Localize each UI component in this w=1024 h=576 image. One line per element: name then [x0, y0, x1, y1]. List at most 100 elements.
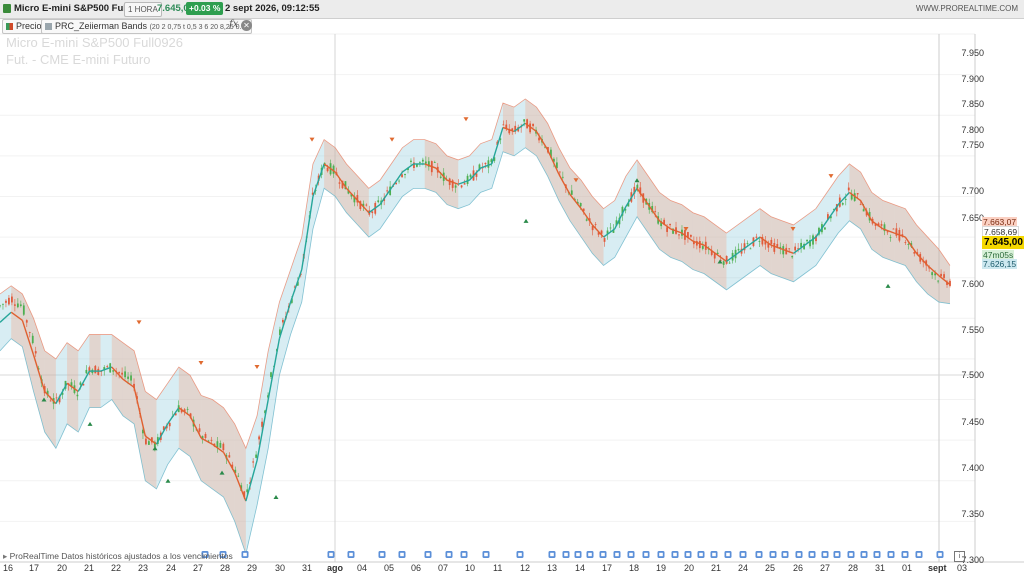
candle-body — [487, 160, 490, 168]
candle-body — [904, 242, 907, 243]
event-icon-glyph — [588, 552, 592, 557]
candle-body — [502, 124, 505, 126]
event-icon-glyph — [462, 552, 466, 557]
candle-body — [124, 371, 126, 378]
info-button-icon[interactable]: i — [954, 551, 965, 562]
time-tick: 17 — [29, 563, 40, 573]
bands-indicator-tag[interactable]: PRC_Zeiierman Bands (20 2 0,75 t 0,5 3 6… — [41, 19, 252, 34]
candle-body — [258, 436, 260, 440]
band-fill-down — [201, 395, 213, 489]
candle-body — [13, 304, 16, 306]
candle-body — [270, 372, 272, 378]
candle-body — [25, 320, 28, 323]
candle-body — [737, 248, 740, 251]
time-tick: 18 — [629, 563, 640, 573]
candle-body — [127, 376, 129, 379]
time-tick: 12 — [520, 563, 531, 573]
event-icon-glyph — [757, 552, 761, 557]
candle-body — [16, 303, 19, 308]
event-icon-glyph — [484, 552, 488, 557]
candle-body — [282, 319, 284, 323]
time-tick: 04 — [357, 563, 368, 573]
candle-body — [5, 300, 7, 303]
candle-body — [338, 182, 341, 184]
event-icon-glyph — [564, 552, 568, 557]
candle-body — [401, 174, 403, 178]
candle-body — [856, 193, 859, 195]
candle-body — [806, 239, 808, 242]
candle-body — [794, 246, 797, 251]
candle-body — [579, 202, 582, 207]
candle-body — [85, 369, 88, 374]
candle-body — [8, 297, 10, 305]
candle-body — [636, 184, 639, 189]
event-icon-glyph — [615, 552, 619, 557]
candle-body — [386, 190, 389, 192]
candle-body — [788, 248, 791, 250]
time-tick: 27 — [193, 563, 204, 573]
time-tick: 22 — [111, 563, 122, 573]
price-chart[interactable] — [0, 0, 1024, 576]
candle-body — [76, 394, 79, 397]
candle-body — [755, 236, 758, 238]
datetime: 2 sept 2026, 09:12:55 — [225, 3, 320, 14]
event-icon-glyph — [349, 552, 353, 557]
candle-body — [463, 183, 466, 185]
candle-body — [118, 372, 121, 374]
event-icon-glyph — [686, 552, 690, 557]
time-axis[interactable]: 16 17 20 21 22 23 24 27 28 29 30 31 ago … — [0, 563, 975, 576]
candle-body — [889, 237, 892, 238]
time-tick: 16 — [3, 563, 14, 573]
instrument-flag-icon — [3, 4, 11, 13]
time-tick: 21 — [84, 563, 95, 573]
time-tick: 25 — [765, 563, 776, 573]
candle-body — [532, 123, 534, 127]
candle-body — [130, 375, 132, 381]
candle-body — [421, 159, 424, 162]
price-tick: 7.650 — [961, 213, 984, 223]
event-icon-glyph — [426, 552, 430, 557]
candle-body — [55, 397, 58, 399]
bands-indicator-label: PRC_Zeiierman Bands — [55, 21, 148, 31]
event-icon-glyph — [917, 552, 921, 557]
close-indicator-icon[interactable]: ✕ — [241, 20, 252, 31]
event-icon-glyph — [380, 552, 384, 557]
time-tick: 14 — [575, 563, 586, 573]
change-badge: +0.03 % — [186, 2, 224, 15]
prorealtime-link[interactable]: WWW.PROREALTIME.COM — [916, 4, 1018, 13]
candle-body — [484, 162, 487, 165]
candle-body — [603, 238, 606, 242]
candle-body — [371, 211, 374, 214]
price-tick: 7.950 — [961, 48, 984, 58]
time-tick: 20 — [684, 563, 695, 573]
candle-body — [454, 185, 457, 188]
candle-body — [237, 475, 240, 477]
candle-body — [931, 272, 934, 276]
price-indicator-tag[interactable]: Precio — [2, 19, 46, 34]
candle-body — [594, 224, 597, 226]
candle-body — [168, 422, 171, 427]
candle-body — [31, 335, 34, 344]
time-tick: 21 — [711, 563, 722, 573]
time-tick: sept — [928, 563, 947, 573]
candle-body — [419, 162, 421, 164]
event-icon-glyph — [329, 552, 333, 557]
candle-body — [222, 443, 225, 450]
candle-body — [252, 461, 255, 463]
candle-body — [859, 204, 862, 206]
price-tick: 7.700 — [961, 186, 984, 196]
watermark-subtitle: Fut. - CME E-mini Futuro — [6, 52, 151, 67]
event-icon-glyph — [712, 552, 716, 557]
price-tick: 7.500 — [961, 370, 984, 380]
info-icon: ▸ — [3, 551, 10, 561]
candle-body — [862, 209, 865, 212]
event-icon-glyph — [797, 552, 801, 557]
price-tick: 7.750 — [961, 140, 984, 150]
time-tick: 03 — [957, 563, 968, 573]
candle-body — [466, 175, 469, 184]
event-icon-glyph — [601, 552, 605, 557]
candle-body — [758, 241, 761, 242]
lower-band-label: 7.626,15 — [982, 259, 1018, 269]
time-tick: 30 — [275, 563, 286, 573]
fx-icon[interactable]: fx — [229, 19, 238, 30]
